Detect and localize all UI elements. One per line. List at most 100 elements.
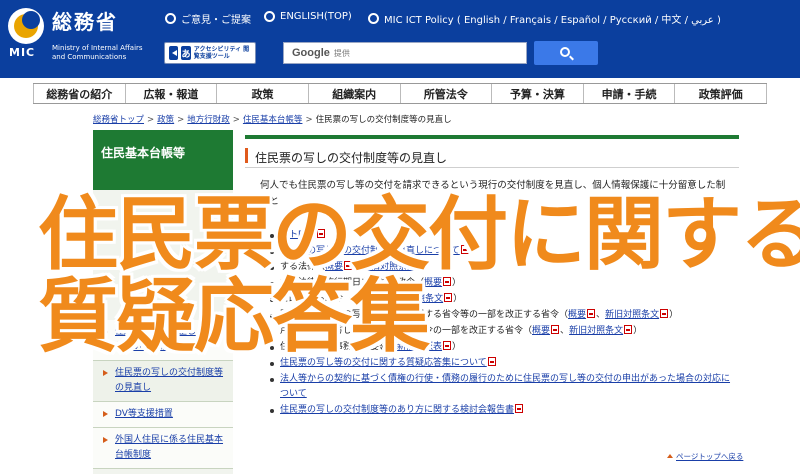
qa-collection-link[interactable]: 住民票の写し等の交付に関する質疑応答集について (280, 358, 487, 368)
list-item: 住民基本台帳事務処理要領（新旧対照表） (268, 340, 738, 355)
accessibility-button[interactable]: あ アクセシビリティ 閲覧支援ツール (164, 42, 256, 64)
page-title: 住民票の写しの交付制度等の見直し (255, 151, 448, 165)
english-top-label: ENGLISH(TOP) (280, 11, 352, 22)
breadcrumb-current: 住民票の写しの交付制度等の見直し (315, 115, 452, 125)
doc-text: する法律 (280, 262, 317, 272)
nav-item-evaluation[interactable]: 政策評価 (675, 84, 767, 103)
search-placeholder: 提供 (333, 48, 350, 58)
mic-logo-icon[interactable] (8, 8, 44, 44)
pdf-icon (371, 293, 380, 302)
doc-link[interactable]: 住民票の写し等の交付制度の見直しについて (280, 246, 460, 256)
logo-mic: MIC (9, 46, 36, 59)
pdf-icon (344, 261, 353, 270)
breadcrumb: 総務省トップ > 政策 > 地方行財政 > 住民基本台帳等 > 住民票の写しの交付制度等の見直し (93, 113, 452, 125)
doc-text: を改正する政令 (280, 294, 344, 304)
sidebar-item-address-change[interactable]: 住所の異動届は正しく行われていますか？ (93, 320, 233, 361)
summary-link[interactable]: 概要 (568, 310, 586, 320)
main-title-box: 住民票の写しの交付制度等の見直し (245, 135, 739, 168)
comparison-link[interactable]: 新旧対照条文 (605, 310, 659, 320)
site-header: 総務省 MIC Ministry of Internal Affairs and… (0, 0, 800, 78)
sidebar-heading: 住民基本台帳等 (101, 146, 186, 160)
search-button[interactable] (534, 41, 598, 65)
comparison-link[interactable]: 新旧対照条文 (569, 326, 623, 336)
list-item: 閲覧及び住民票の写し等の交付に関する省令等の一部を改正する省令（概要 、新旧対照条… (268, 308, 738, 323)
comparison-table-link[interactable]: 新旧対照表 (397, 342, 442, 352)
breadcrumb-resident-register[interactable]: 住民基本台帳等 (243, 115, 303, 125)
doc-link[interactable]: ントPDF (280, 230, 316, 240)
font-size-icon: あ (181, 46, 191, 60)
feedback-link[interactable]: ご意見・ご提案 (165, 11, 251, 26)
list-item: ントPDF (268, 228, 738, 243)
nav-item-press[interactable]: 広報・報道 (126, 84, 218, 103)
ict-policy-label: MIC ICT Policy ( English / Français / Es… (384, 15, 721, 26)
sidebar-item-dv-support[interactable]: DV等支援措置 (93, 402, 233, 428)
search-input[interactable]: Google 提供 (283, 42, 527, 64)
speaker-icon (169, 46, 179, 60)
global-nav: 総務省の紹介 広報・報道 政策 組織案内 所管法令 予算・決算 申請・手続 政策… (33, 83, 767, 104)
summary-link[interactable]: 概要 (325, 262, 343, 272)
pdf-icon (487, 357, 496, 366)
breadcrumb-separator: > (177, 115, 185, 125)
nav-item-laws[interactable]: 所管法令 (401, 84, 493, 103)
list-item: 住民票の写し等の交付制度の見直しについて (268, 244, 738, 259)
nav-item-applications[interactable]: 申請・手続 (584, 84, 676, 103)
breadcrumb-separator: > (147, 115, 155, 125)
pdf-icon (443, 277, 452, 286)
search-icon (560, 47, 570, 57)
committee-report-link[interactable]: 住民票の写しの交付制度等のあり方に関する検討会報告書 (280, 405, 514, 415)
circle-bullet-icon (264, 11, 275, 22)
logo-name[interactable]: 総務省 (52, 6, 118, 35)
list-item: 法人等からの契約に基づく債権の行使・債務の履行のために住民票の写し等の交付の申出… (268, 372, 738, 402)
pdf-icon (316, 229, 325, 238)
circle-bullet-icon (368, 13, 379, 24)
doc-text: 閲覧及び住民票の写し等の交付に関する省令等の一部を改正する省令 (280, 310, 560, 320)
document-list: ントPDF 住民票の写し等の交付制度の見直しについて する法律（概要 、新旧対照条… (268, 228, 738, 419)
pdf-icon (460, 245, 469, 254)
list-item: を改正する政令（概要 、新旧対照条文） (268, 292, 738, 307)
summary-link[interactable]: 概要 (532, 326, 550, 336)
ict-policy-link[interactable]: MIC ICT Policy ( English / Français / Es… (368, 11, 721, 26)
circle-bullet-icon (165, 13, 176, 24)
list-item: 戸籍の附票の写しの交付に関する省令の一部を改正する省令（概要 、新旧対照条文） (268, 324, 738, 339)
breadcrumb-separator: > (305, 115, 313, 125)
pdf-icon (417, 261, 426, 270)
list-item: する法律の施行期日を定める政令（概要） (268, 276, 738, 291)
feedback-label: ご意見・ご提案 (181, 15, 251, 26)
pdf-icon (551, 325, 560, 334)
corporate-response-link[interactable]: 法人等からの契約に基づく債権の行使・債務の履行のために住民票の写し等の交付の申出… (280, 374, 730, 399)
nav-item-organization[interactable]: 組織案内 (309, 84, 401, 103)
pdf-icon (660, 309, 669, 318)
intro-text: 何人でも住民票の写し等の交付を請求できるという現行の交付制度を見直し、個人情報保… (260, 180, 726, 207)
sidebar-item-foreign-residents[interactable]: 外国人住民に係る住民基本台帳制度 (93, 428, 233, 469)
sidebar-item-issuance-review[interactable]: 住民票の写しの交付制度等の見直し (93, 361, 233, 402)
pdf-icon (443, 341, 452, 350)
english-top-link[interactable]: ENGLISH(TOP) (264, 11, 352, 22)
pdf-icon (515, 404, 524, 413)
doc-text: 戸籍の附票の写しの交付に関する省令の一部を改正する省令 (280, 326, 524, 336)
breadcrumb-local-finance[interactable]: 地方行財政 (187, 115, 230, 125)
breadcrumb-top[interactable]: 総務省トップ (93, 115, 144, 125)
logo-english-name: Ministry of Internal Affairs and Communi… (52, 44, 143, 61)
nav-item-budget[interactable]: 予算・決算 (492, 84, 584, 103)
comparison-link[interactable]: 新旧対照条文 (389, 294, 443, 304)
comparison-link[interactable]: 新旧対照条文 (362, 262, 416, 272)
nav-item-about[interactable]: 総務省の紹介 (33, 84, 126, 103)
summary-link[interactable]: 概要 (352, 294, 370, 304)
breadcrumb-separator: > (232, 115, 240, 125)
doc-text: する法律の施行期日を定める政令 (280, 278, 416, 288)
list-item: 住民票の写し等の交付に関する質疑応答集について (268, 356, 738, 371)
nav-item-policy[interactable]: 政策 (217, 84, 309, 103)
sidebar-heading-box: 住民基本台帳等 (93, 130, 233, 190)
sidebar: 住民基本台帳等 住所の異動届は正しく行われていますか？ 住民票の写しの交付制度等… (93, 130, 233, 474)
pdf-icon (587, 309, 596, 318)
doc-text: 住民基本台帳事務処理要領 (280, 342, 389, 352)
list-item: する法律（概要 、新旧対照条文） (268, 260, 738, 275)
summary-link[interactable]: 概要 (424, 278, 442, 288)
accessibility-label: アクセシビリティ 閲覧支援ツール (193, 46, 250, 60)
sidebar-list: 住所の異動届は正しく行われていますか？ 住民票の写しの交付制度等の見直し DV等… (93, 320, 233, 469)
breadcrumb-policy[interactable]: 政策 (157, 115, 174, 125)
pdf-icon (444, 293, 453, 302)
list-item: 住民票の写しの交付制度等のあり方に関する検討会報告書 (268, 403, 738, 418)
page-top-link[interactable]: ページトップへ戻る (667, 451, 743, 462)
search-brand: Google (292, 47, 330, 59)
